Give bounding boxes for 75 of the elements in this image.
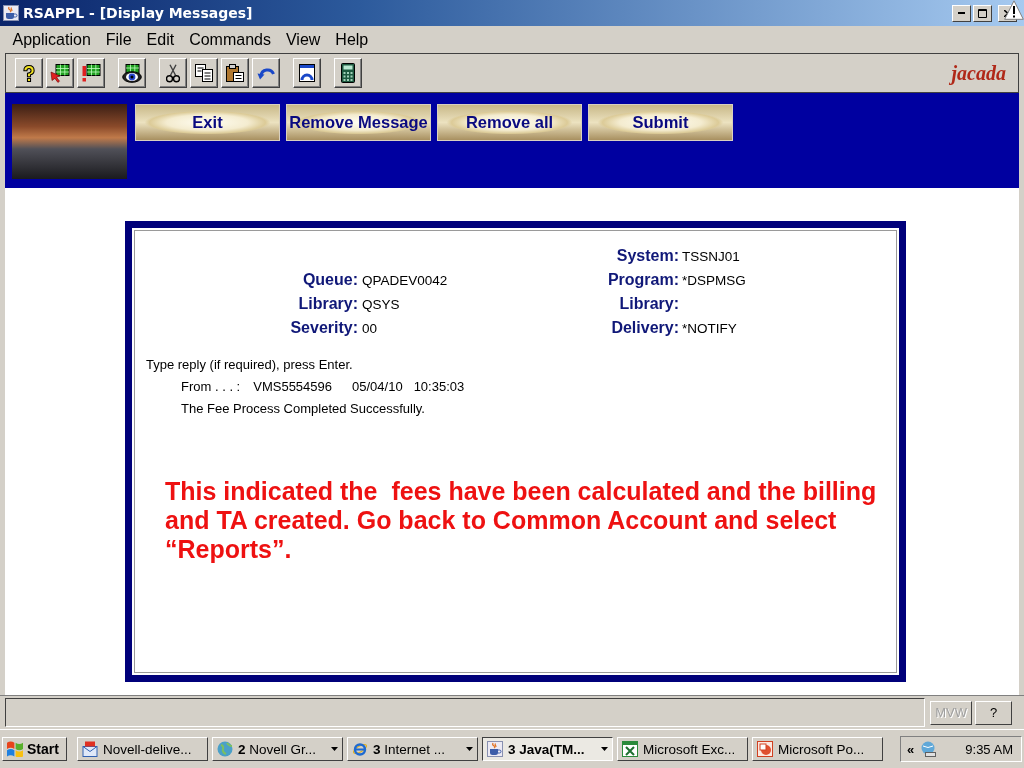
field-label: Library:	[298, 295, 358, 313]
message-time: 10:35:03	[413, 378, 465, 396]
minimize-icon	[958, 12, 965, 14]
help-icon	[23, 64, 35, 82]
toolbar-button[interactable]	[118, 58, 146, 88]
coffee-cup-icon	[487, 741, 503, 757]
field-value: QSYS	[362, 296, 400, 312]
globe-icon	[217, 741, 233, 757]
toolbar-button[interactable]	[334, 58, 362, 88]
maximize-button[interactable]	[973, 4, 992, 22]
window-icon	[299, 64, 315, 82]
grid-alert-icon	[81, 64, 101, 82]
field-value: *DSPMSG	[682, 272, 746, 288]
field-value: TSSNJ01	[682, 248, 740, 264]
action-button[interactable]: Submit	[588, 104, 733, 141]
menu-item[interactable]: File	[98, 28, 140, 51]
toolbar-button[interactable]	[77, 58, 105, 88]
toolbar-button[interactable]	[252, 58, 280, 88]
window-title: RSAPPL - [Display Messages]	[23, 5, 253, 21]
status-button[interactable]: ?	[975, 700, 1012, 725]
sender-id: VMS5554596	[253, 378, 332, 396]
toolbar-button[interactable]	[15, 58, 43, 88]
taskbar-button[interactable]: Microsoft Exc...	[617, 737, 748, 761]
clock-text: 9:35 AM	[965, 741, 1013, 757]
toolbar-button[interactable]	[159, 58, 187, 88]
annotation-text: This indicated the fees have been calculated and the billing and TA created. Go back to Common Account and select “Reports”.	[165, 477, 878, 564]
presentation-icon	[757, 741, 773, 757]
field-label: Queue:	[302, 271, 358, 289]
start-button[interactable]: Start	[2, 737, 67, 761]
expand-button[interactable]: «	[907, 741, 915, 757]
taskbar-button[interactable]: 3 Java(TM...	[482, 737, 613, 761]
message-date: 05/04/10	[352, 378, 403, 396]
network-icon	[920, 741, 937, 757]
copy-icon	[195, 64, 213, 82]
maximize-icon	[978, 8, 987, 18]
undo-icon	[257, 66, 275, 80]
coffee-cup-icon	[3, 5, 19, 21]
toolbar-button[interactable]	[293, 58, 321, 88]
menu-item[interactable]: Edit	[139, 28, 182, 51]
clipboard-icon	[226, 64, 244, 82]
grid-pointer-icon	[50, 63, 70, 83]
message-text: The Fee Process Completed Successfully.	[181, 400, 425, 418]
menu-item[interactable]: Help	[327, 28, 376, 51]
browser-icon	[352, 741, 368, 757]
calculator-icon	[341, 63, 355, 83]
field-label: System:	[616, 247, 679, 265]
field-value: QPADEV0042	[362, 272, 448, 288]
toolbar-button[interactable]	[221, 58, 249, 88]
eye-icon	[122, 63, 142, 83]
field-value: *NOTIFY	[682, 320, 737, 336]
envelope-icon	[82, 741, 98, 757]
toolbar-button[interactable]	[46, 58, 74, 88]
action-button[interactable]: Remove all	[437, 104, 582, 141]
menu-item[interactable]: View	[278, 28, 328, 51]
taskbar-button[interactable]: Novell-delive...	[77, 737, 208, 761]
reply-prompt: Type reply (if required), press Enter.	[146, 356, 353, 374]
toolbar-button[interactable]	[190, 58, 218, 88]
from-label: From . . . :	[181, 378, 241, 396]
minimize-button[interactable]	[952, 4, 971, 22]
field-value: 00	[362, 320, 378, 336]
flag-icon	[7, 741, 23, 757]
logo-text: jacada	[951, 61, 1006, 85]
menu-item[interactable]: Application	[5, 28, 99, 51]
taskbar-button[interactable]: 3 Internet ...	[347, 737, 478, 761]
scissors-icon	[166, 63, 180, 83]
field-label: Library:	[619, 295, 679, 313]
field-label: Delivery:	[611, 319, 679, 337]
action-button[interactable]: Exit	[135, 104, 280, 141]
menu-item[interactable]: Commands	[181, 28, 279, 51]
taskbar-button[interactable]: Microsoft Po...	[752, 737, 883, 761]
field-label: Severity:	[290, 319, 358, 337]
spreadsheet-icon	[622, 741, 638, 757]
taskbar-button[interactable]: 2 Novell Gr...	[212, 737, 343, 761]
action-button[interactable]: Remove Message	[286, 104, 431, 141]
field-label: Program:	[607, 271, 679, 289]
